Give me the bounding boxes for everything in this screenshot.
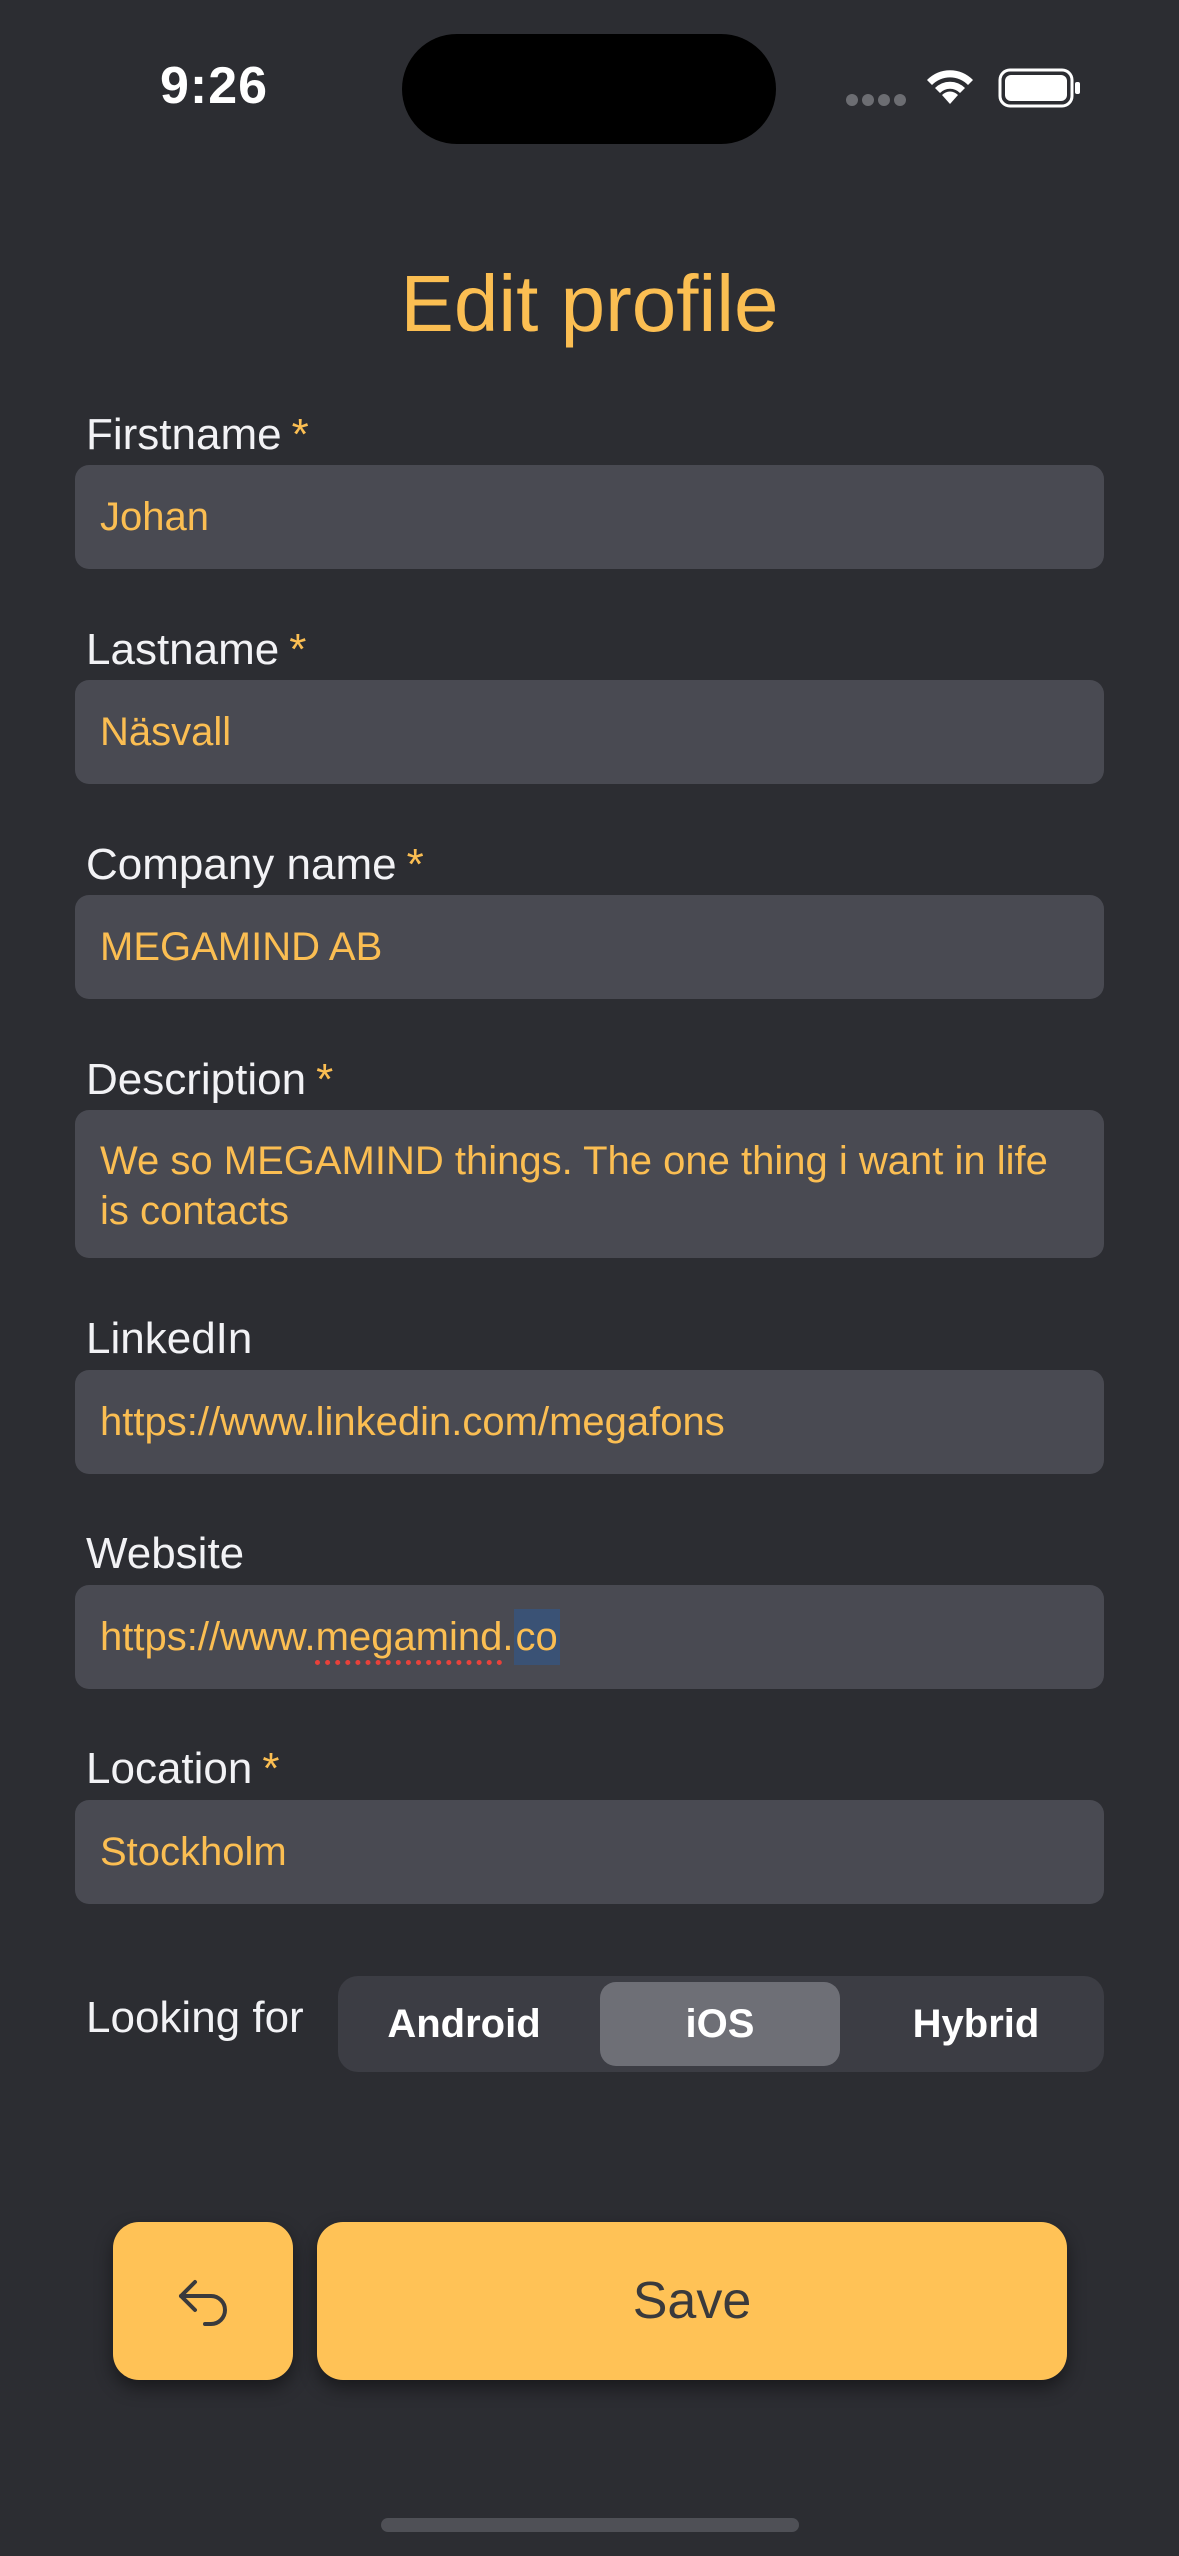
website-label-text: Website <box>86 1529 245 1578</box>
firstname-value: Johan <box>100 494 209 539</box>
location-input[interactable]: Stockholm <box>75 1800 1104 1904</box>
company-name-value: MEGAMIND AB <box>100 924 383 969</box>
required-mark: * <box>289 625 307 674</box>
website-value: https://www.megamind.co <box>100 1608 560 1665</box>
lastname-label: Lastname * <box>86 625 306 675</box>
website-value-prefix: https://www. <box>100 1614 316 1659</box>
description-label-text: Description <box>86 1055 307 1104</box>
linkedin-label-text: LinkedIn <box>86 1314 253 1363</box>
linkedin-input[interactable]: https://www.linkedin.com/megafons <box>75 1370 1104 1474</box>
required-mark: * <box>316 1055 334 1104</box>
segment-hybrid[interactable]: Hybrid <box>856 1982 1096 2066</box>
linkedin-label: LinkedIn <box>86 1314 252 1364</box>
website-input[interactable]: https://www.megamind.co <box>75 1585 1104 1689</box>
website-label: Website <box>86 1529 244 1579</box>
firstname-label-text: Firstname <box>86 410 282 459</box>
required-mark: * <box>406 840 424 889</box>
spellcheck-misspelled-word[interactable]: megamind <box>316 1615 503 1659</box>
edit-profile-screen: 9:26 Edit profile Firstname * Johan Lastn… <box>0 0 1179 2556</box>
location-value: Stockholm <box>100 1829 287 1874</box>
company-name-input[interactable]: MEGAMIND AB <box>75 895 1104 999</box>
wifi-icon <box>927 70 973 104</box>
company-name-label-text: Company name <box>86 840 397 889</box>
looking-for-label: Looking for <box>86 1993 304 2042</box>
battery-icon <box>998 68 1080 108</box>
firstname-label: Firstname * <box>86 410 309 460</box>
company-name-label: Company name * <box>86 840 424 890</box>
dynamic-island <box>402 34 776 144</box>
page-title: Edit profile <box>400 259 779 348</box>
required-mark: * <box>262 1744 280 1793</box>
cellular-signal-icon <box>846 94 906 106</box>
back-button[interactable] <box>113 2222 293 2380</box>
undo-arrow-icon <box>179 2280 227 2326</box>
status-time: 9:26 <box>160 57 269 115</box>
segment-ios[interactable]: iOS <box>600 1982 840 2066</box>
firstname-input[interactable]: Johan <box>75 465 1104 569</box>
required-mark: * <box>291 410 309 459</box>
description-textarea[interactable]: We so MEGAMIND things. The one thing i w… <box>75 1110 1104 1258</box>
description-label: Description * <box>86 1055 333 1105</box>
location-label: Location * <box>86 1744 279 1794</box>
save-button[interactable]: Save <box>317 2222 1067 2380</box>
lastname-value: Näsvall <box>100 709 232 754</box>
segment-android[interactable]: Android <box>344 1982 584 2066</box>
linkedin-value: https://www.linkedin.com/megafons <box>100 1399 725 1444</box>
location-label-text: Location <box>86 1744 253 1793</box>
lastname-label-text: Lastname <box>86 625 280 674</box>
looking-for-segmented-control[interactable]: Android iOS Hybrid <box>338 1976 1104 2072</box>
home-indicator <box>381 2518 799 2532</box>
description-value: We so MEGAMIND things. The one thing i w… <box>100 1139 1048 1233</box>
lastname-input[interactable]: Näsvall <box>75 680 1104 784</box>
website-value-middle: . <box>502 1614 514 1659</box>
text-selection[interactable]: co <box>513 1608 560 1665</box>
